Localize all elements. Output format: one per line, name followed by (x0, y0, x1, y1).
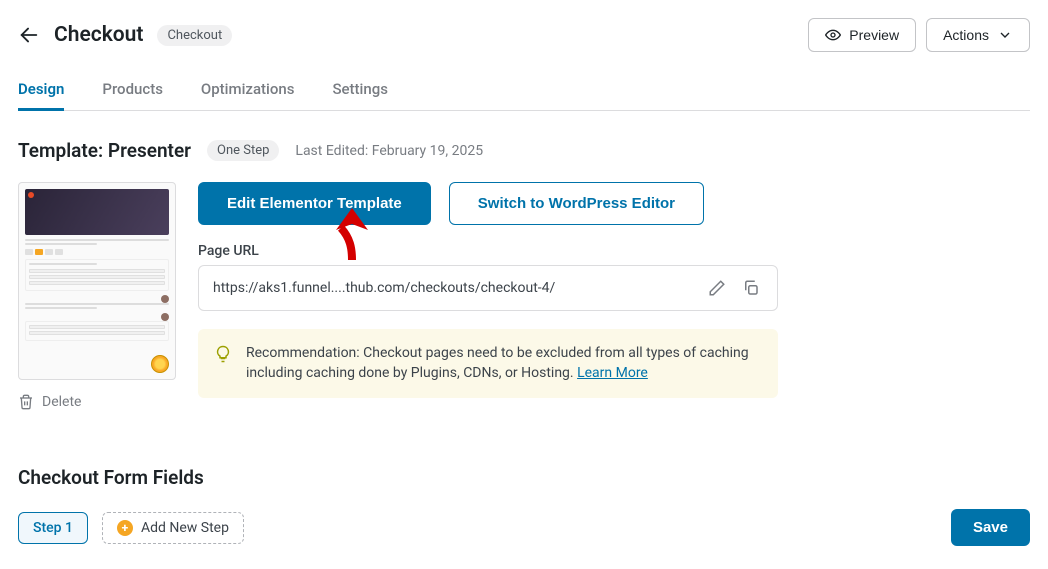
one-step-badge: One Step (207, 140, 279, 161)
notice-text: Recommendation: Checkout pages need to b… (246, 343, 762, 384)
page-url-label: Page URL (198, 243, 778, 259)
page-title: Checkout (54, 23, 143, 47)
actions-button[interactable]: Actions (926, 18, 1030, 52)
page-header: Checkout Checkout Preview Actions (18, 18, 1030, 52)
learn-more-link[interactable]: Learn More (577, 365, 648, 381)
save-button[interactable]: Save (951, 509, 1030, 546)
steps-row: Step 1 + Add New Step Save (18, 509, 1030, 546)
main-column: Edit Elementor Template Switch to WordPr… (198, 182, 778, 398)
template-thumbnail[interactable] (18, 182, 176, 380)
page-url-box: https://aks1.funnel....thub.com/checkout… (198, 265, 778, 311)
tabs-nav: Design Products Optimizations Settings (18, 80, 1030, 111)
back-arrow-icon[interactable] (18, 24, 40, 46)
delete-template-button[interactable]: Delete (18, 394, 81, 410)
page-url-value: https://aks1.funnel....thub.com/checkout… (213, 280, 695, 296)
template-info-row: Template: Presenter One Step Last Edited… (18, 139, 1030, 162)
step-1-tab[interactable]: Step 1 (18, 512, 88, 544)
content-row: Delete Edit Elementor Template Switch to… (18, 182, 1030, 410)
editor-buttons-row: Edit Elementor Template Switch to WordPr… (198, 182, 778, 225)
switch-editor-button[interactable]: Switch to WordPress Editor (449, 182, 704, 225)
header-left: Checkout Checkout (18, 23, 232, 47)
add-new-step-button[interactable]: + Add New Step (102, 512, 244, 544)
copy-icon (742, 279, 760, 297)
add-step-label: Add New Step (141, 520, 229, 536)
preview-button[interactable]: Preview (808, 18, 916, 52)
tab-settings[interactable]: Settings (332, 80, 388, 110)
last-edited-text: Last Edited: February 19, 2025 (295, 143, 483, 159)
header-right: Preview Actions (808, 18, 1030, 52)
notice-body: Recommendation: Checkout pages need to b… (246, 345, 749, 381)
preview-column: Delete (18, 182, 176, 410)
trash-icon (18, 394, 34, 410)
template-title-prefix: Template: (18, 139, 108, 162)
actions-label: Actions (943, 27, 989, 43)
tab-design[interactable]: Design (18, 80, 64, 111)
tab-optimizations[interactable]: Optimizations (201, 80, 295, 110)
caching-notice: Recommendation: Checkout pages need to b… (198, 329, 778, 398)
copy-url-button[interactable] (739, 276, 763, 300)
preview-label: Preview (849, 27, 899, 43)
tab-products[interactable]: Products (102, 80, 163, 110)
template-title: Template: Presenter (18, 139, 191, 162)
checkout-badge: Checkout (157, 25, 232, 46)
plus-circle-icon: + (117, 520, 133, 536)
eye-icon (825, 27, 841, 43)
form-fields-title: Checkout Form Fields (18, 466, 1030, 489)
lightbulb-icon (214, 345, 232, 363)
edit-elementor-button[interactable]: Edit Elementor Template (198, 182, 431, 225)
pencil-icon (708, 279, 726, 297)
template-title-name: Presenter (108, 139, 191, 162)
steps-left: Step 1 + Add New Step (18, 512, 244, 544)
edit-url-button[interactable] (705, 276, 729, 300)
delete-label: Delete (42, 394, 81, 410)
chevron-down-icon (997, 27, 1013, 43)
